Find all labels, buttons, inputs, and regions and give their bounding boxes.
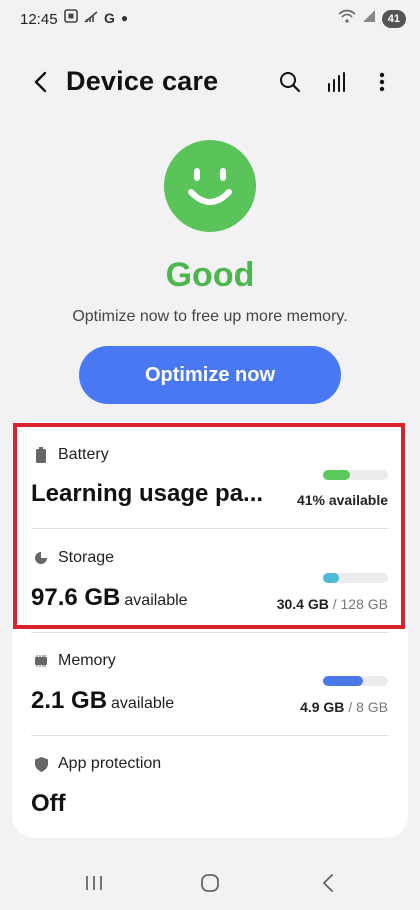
no-signal-icon: [84, 10, 98, 26]
back-nav-button[interactable]: [308, 868, 348, 898]
pie-chart-icon: [34, 550, 48, 566]
memory-item[interactable]: Memory 2.1 GB available 4.9 GB / 8 GB: [12, 632, 408, 735]
app-protection-value: Off: [31, 790, 66, 817]
recent-apps-icon: [86, 876, 102, 890]
app-protection-header: App protection: [34, 755, 161, 773]
chevron-left-icon: [34, 71, 47, 93]
app-protection-label: App protection: [58, 755, 162, 772]
memory-bar: [323, 676, 388, 686]
memory-label: Memory: [58, 652, 116, 669]
battery-bar: [323, 470, 388, 480]
storage-bar-fill: [323, 573, 339, 583]
memory-usage: 4.9 GB / 8 GB: [300, 699, 388, 715]
memory-bar-fill: [323, 676, 363, 686]
memory-chip-icon: [34, 653, 48, 669]
battery-detail: 41% available: [296, 492, 388, 508]
shield-icon: [34, 756, 48, 772]
reports-button[interactable]: [320, 66, 352, 98]
navigation-bar: [0, 860, 420, 906]
app-bar: Device care: [0, 56, 420, 110]
battery-icon: [34, 447, 48, 463]
page-title: Device care: [66, 66, 219, 96]
storage-label: Storage: [58, 549, 115, 566]
battery-header: Battery: [34, 446, 109, 464]
optimize-now-button[interactable]: Optimize now: [79, 346, 341, 404]
storage-bar: [323, 573, 388, 583]
status-time: 12:45: [20, 11, 58, 28]
storage-value: 97.6 GB available: [31, 584, 188, 611]
memory-value: 2.1 GB available: [31, 687, 175, 714]
app-protection-item[interactable]: App protection Off: [12, 735, 408, 838]
storage-unit: available: [124, 592, 188, 609]
back-nav-icon: [322, 874, 333, 892]
search-icon: [280, 72, 301, 93]
smiley-face-icon: [164, 140, 256, 232]
recent-apps-button[interactable]: [74, 868, 114, 898]
bar-chart-icon: [328, 72, 345, 92]
battery-bar-fill: [323, 470, 350, 480]
home-button[interactable]: [190, 868, 230, 898]
care-message: Optimize now to free up more memory.: [72, 308, 348, 325]
more-options-button[interactable]: [366, 66, 398, 98]
signal-icon: [362, 9, 376, 28]
google-icon: G: [104, 9, 115, 26]
storage-header: Storage: [34, 549, 114, 567]
memory-header: Memory: [34, 652, 116, 670]
battery-indicator: 41: [381, 9, 406, 28]
notification-icons: G ●: [64, 9, 128, 26]
system-icons: 41: [338, 9, 406, 28]
status-bar: 12:45 G ● 41: [0, 0, 420, 40]
memory-unit: available: [111, 695, 175, 712]
battery-item[interactable]: Battery Learning usage pa... 41% availab…: [12, 422, 408, 529]
home-icon: [201, 874, 219, 892]
search-button[interactable]: [274, 66, 306, 98]
dot-icon: ●: [120, 10, 129, 25]
device-care-card: Battery Learning usage pa... 41% availab…: [12, 422, 408, 838]
storage-usage: 30.4 GB / 128 GB: [276, 596, 388, 612]
screenshot-icon: [64, 9, 78, 26]
care-status: Good: [165, 256, 255, 294]
battery-value: Learning usage pa...: [31, 480, 264, 507]
battery-label: Battery: [58, 446, 109, 463]
storage-item[interactable]: Storage 97.6 GB available 30.4 GB / 128 G…: [12, 529, 408, 632]
more-vertical-icon: [379, 72, 385, 92]
header-actions: [274, 66, 398, 98]
back-button[interactable]: [24, 66, 56, 98]
wifi-icon: [338, 9, 356, 28]
